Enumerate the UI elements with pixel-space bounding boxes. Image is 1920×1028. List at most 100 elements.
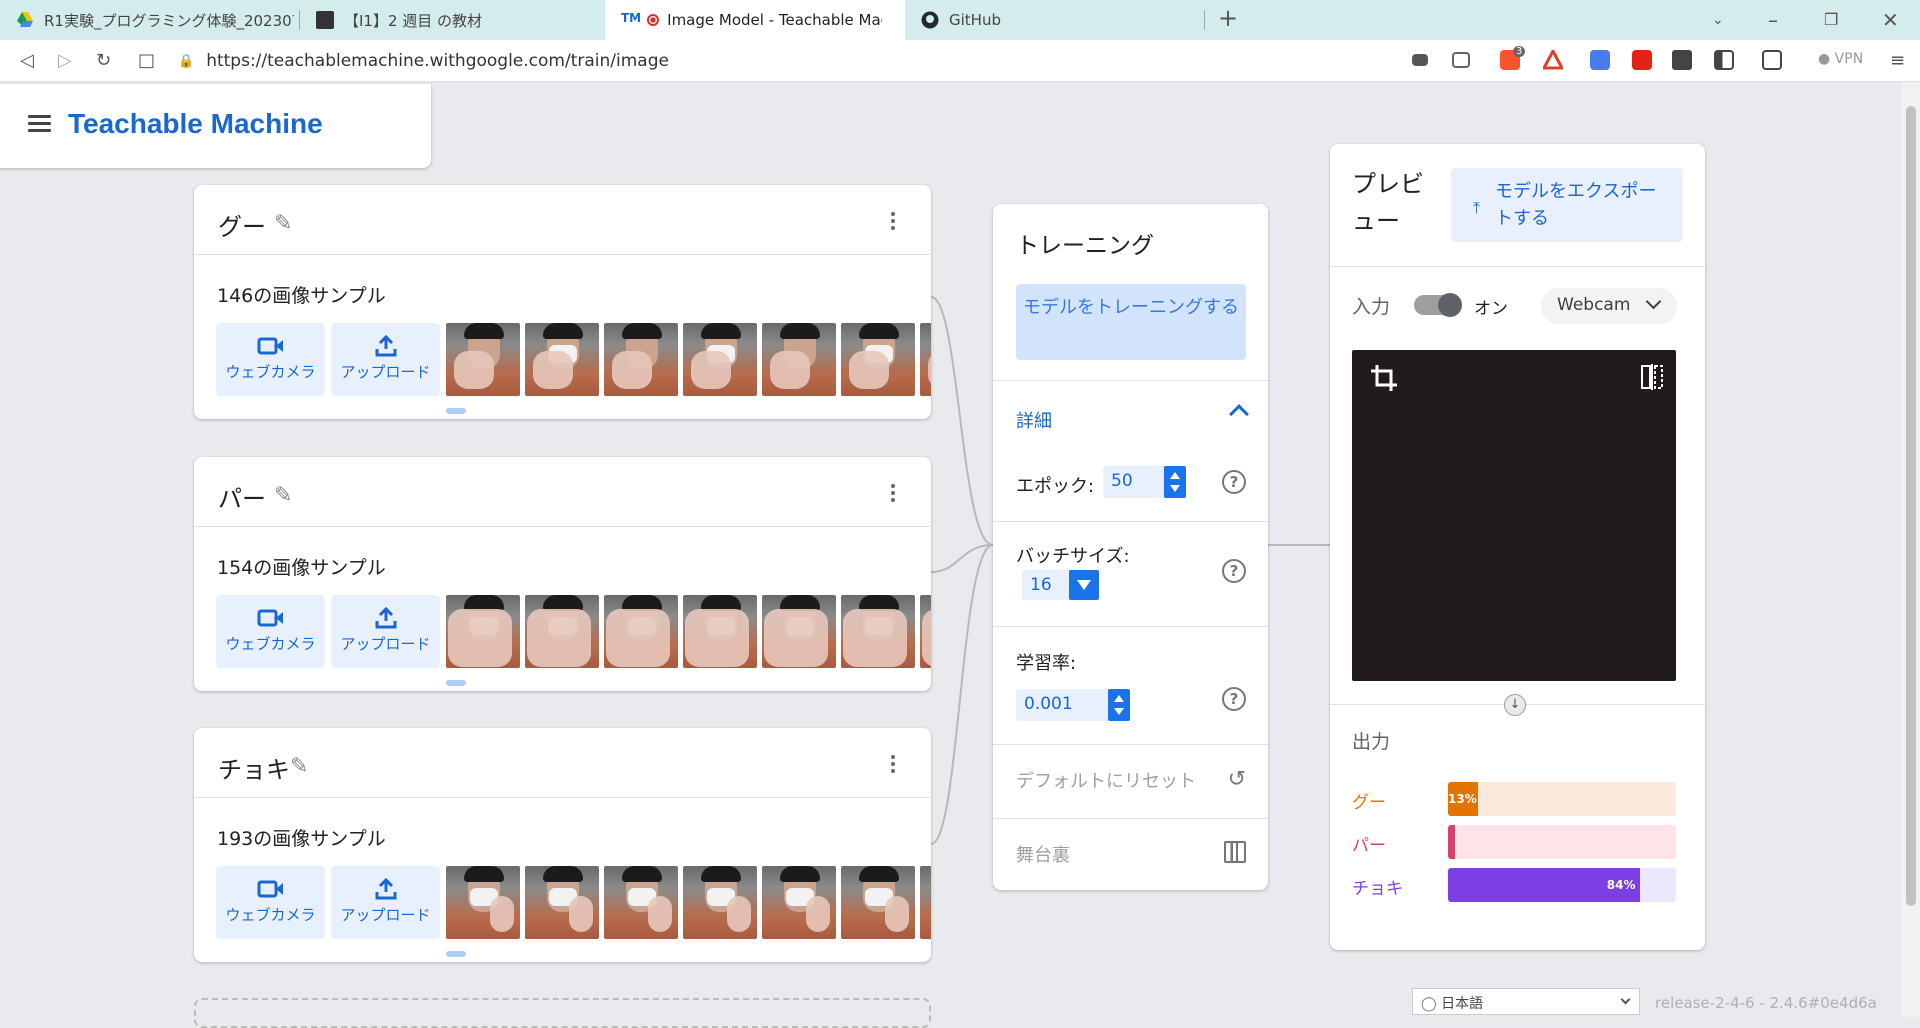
sample-thumbnail[interactable]	[762, 323, 836, 396]
sample-thumbnail[interactable]	[525, 595, 599, 668]
thumbnail-scroll-indicator[interactable]	[446, 951, 466, 957]
globe-icon: ◯	[1421, 996, 1437, 1012]
sample-thumbnail[interactable]	[841, 323, 915, 396]
webcam-button[interactable]: ウェブカメラ	[216, 595, 325, 668]
class-card-0: グー ✎ 146の画像サンプル ウェブカメラ アップロード	[194, 185, 931, 419]
chevron-up-icon[interactable]	[1229, 404, 1249, 424]
sample-thumbnail[interactable]	[841, 866, 915, 939]
reset-defaults-label: デフォルトにリセット	[1016, 771, 1196, 792]
more-options-icon[interactable]	[889, 209, 897, 233]
webcam-label: ウェブカメラ	[225, 363, 316, 381]
history-icon[interactable]: ↺	[1228, 767, 1246, 792]
thumbnail-scroll-indicator[interactable]	[446, 408, 466, 414]
sample-count: 154の画像サンプル	[217, 557, 386, 579]
sample-thumbnail[interactable]	[525, 323, 599, 396]
train-model-button[interactable]: モデルをトレーニングする	[1016, 284, 1246, 360]
video-camera-icon	[257, 880, 283, 898]
epochs-label: エポック:	[1016, 476, 1095, 497]
sample-thumbnail[interactable]	[762, 866, 836, 939]
learning-rate-row: 学習率: 0.001 ?	[993, 626, 1268, 748]
stepper-arrows-icon[interactable]	[1108, 689, 1130, 721]
export-label: モデルをエクスポートする	[1495, 181, 1657, 229]
under-the-hood-label: 舞台裏	[1016, 845, 1070, 866]
help-icon[interactable]: ?	[1222, 559, 1246, 583]
more-options-icon[interactable]	[889, 752, 897, 776]
class-name[interactable]: グー	[218, 207, 266, 242]
input-label: 入力	[1352, 296, 1391, 318]
confidence-fill: 13%	[1448, 782, 1478, 816]
sample-thumbnail[interactable]	[446, 866, 520, 939]
sample-thumbnail[interactable]	[841, 595, 915, 668]
hamburger-menu-icon[interactable]	[28, 115, 51, 132]
upload-label: アップロード	[340, 635, 431, 653]
sample-thumbnail[interactable]	[446, 323, 520, 396]
input-source-value: Webcam	[1557, 295, 1631, 315]
flip-icon[interactable]	[1640, 364, 1664, 390]
sample-thumbnail[interactable]	[446, 595, 520, 668]
add-class-button[interactable]	[194, 998, 931, 1028]
app-logo[interactable]: Teachable Machine	[68, 108, 323, 140]
export-icon: ⤒	[1473, 198, 1481, 217]
confidence-fill	[1448, 825, 1455, 859]
upload-label: アップロード	[340, 363, 431, 381]
training-title: トレーニング	[1016, 233, 1154, 259]
sample-thumbnails[interactable]	[446, 866, 931, 939]
sample-thumbnail[interactable]	[525, 866, 599, 939]
confidence-bar: 84%	[1448, 868, 1676, 902]
learning-rate-input[interactable]: 0.001	[1016, 689, 1130, 721]
webcam-label: ウェブカメラ	[225, 635, 316, 653]
sample-thumbnail[interactable]	[920, 595, 931, 668]
class-card-1: パー ✎ 154の画像サンプル ウェブカメラ アップロード	[194, 457, 931, 691]
sample-thumbnail[interactable]	[762, 595, 836, 668]
sample-thumbnail[interactable]	[683, 323, 757, 396]
edit-pencil-icon[interactable]: ✎	[290, 754, 308, 779]
epochs-input[interactable]: 50	[1103, 466, 1186, 498]
sample-thumbnail[interactable]	[683, 866, 757, 939]
upload-button[interactable]: アップロード	[331, 595, 440, 668]
stepper-arrows-icon[interactable]	[1164, 466, 1186, 498]
output-class-label: パー	[1352, 836, 1386, 856]
sample-thumbnail[interactable]	[604, 866, 678, 939]
upload-button[interactable]: アップロード	[331, 323, 440, 396]
sample-count: 193の画像サンプル	[217, 828, 386, 850]
release-version: release-2-4-6 - 2.4.6#0e4d6a	[1655, 994, 1877, 1012]
confidence-bar	[1448, 825, 1676, 859]
input-toggle[interactable]	[1414, 293, 1462, 317]
batch-size-value: 16	[1030, 575, 1052, 595]
webcam-label: ウェブカメラ	[225, 906, 316, 924]
advanced-section[interactable]: 詳細	[993, 380, 1268, 460]
more-options-icon[interactable]	[889, 481, 897, 505]
sample-thumbnails[interactable]	[446, 595, 931, 668]
sample-thumbnail[interactable]	[920, 866, 931, 939]
epochs-value: 50	[1111, 471, 1133, 491]
chevron-down-icon	[1620, 994, 1631, 1005]
batch-size-select[interactable]: 16	[1022, 570, 1099, 600]
webcam-button[interactable]: ウェブカメラ	[216, 323, 325, 396]
sample-thumbnail[interactable]	[683, 595, 757, 668]
sample-thumbnail[interactable]	[604, 323, 678, 396]
edit-pencil-icon[interactable]: ✎	[274, 483, 292, 508]
sample-thumbnails[interactable]	[446, 323, 931, 396]
bar-chart-icon[interactable]	[1224, 841, 1246, 863]
batch-size-label: バッチサイズ:	[1016, 546, 1130, 567]
sample-thumbnail[interactable]	[604, 595, 678, 668]
class-name[interactable]: パー	[218, 479, 266, 514]
help-icon[interactable]: ?	[1222, 687, 1246, 711]
thumbnail-scroll-indicator[interactable]	[446, 680, 466, 686]
under-the-hood-row[interactable]: 舞台裏	[993, 818, 1268, 890]
class-name[interactable]: チョキ	[218, 750, 290, 785]
output-class-label: チョキ	[1352, 879, 1403, 899]
reset-defaults-row[interactable]: デフォルトにリセット ↺	[993, 744, 1268, 818]
input-source-dropdown[interactable]: Webcam	[1541, 288, 1677, 324]
dropdown-arrow-icon[interactable]	[1069, 570, 1099, 600]
export-model-button[interactable]: ⤒ モデルをエクスポートする	[1451, 168, 1683, 242]
edit-pencil-icon[interactable]: ✎	[274, 211, 292, 236]
upload-button[interactable]: アップロード	[331, 866, 440, 939]
language-select[interactable]: ◯ 日本語	[1412, 988, 1640, 1015]
help-icon[interactable]: ?	[1222, 470, 1246, 494]
crop-icon[interactable]	[1370, 364, 1398, 392]
sample-thumbnail[interactable]	[920, 323, 931, 396]
language-value: 日本語	[1441, 996, 1484, 1012]
webcam-button[interactable]: ウェブカメラ	[216, 866, 325, 939]
webcam-preview	[1352, 350, 1676, 681]
